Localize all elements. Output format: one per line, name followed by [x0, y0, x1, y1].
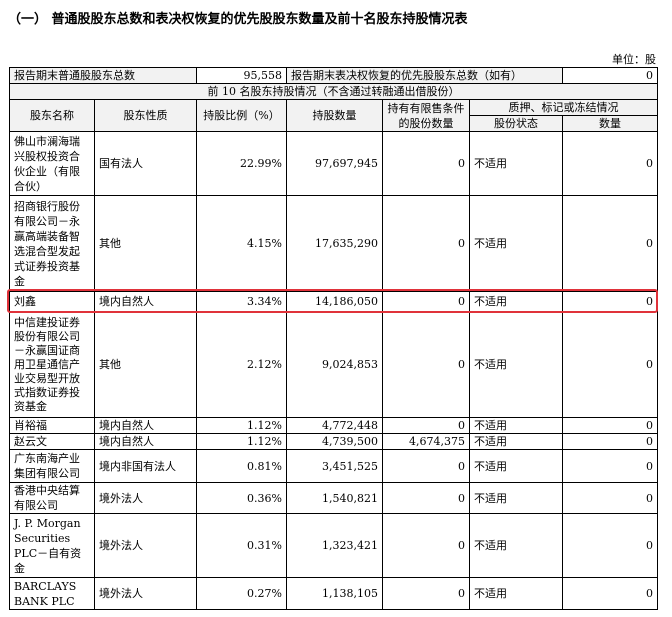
header-ratio: 持股比例（%）	[196, 99, 287, 132]
shareholder-table: 报告期末普通股股东总数 95,558 报告期末表决权恢复的优先股股东总数（如有）…	[9, 67, 658, 610]
cell-qty: 0	[562, 482, 658, 514]
section-title-row: 前 10 名股东持股情况（不含通过转融通出借股份）	[9, 83, 658, 100]
total-common-label: 报告期末普通股股东总数	[9, 67, 197, 84]
cell-ratio: 2.12%	[196, 311, 287, 418]
header-pledge-group: 质押、标记或冻结情况	[469, 99, 658, 116]
cell-ratio: 1.12%	[196, 433, 287, 450]
table-row: 赵云文 境内自然人 1.12% 4,739,500 4,674,375 不适用 …	[9, 433, 658, 450]
cell-status: 不适用	[469, 577, 563, 610]
cell-status: 不适用	[469, 513, 563, 578]
cell-restricted: 0	[382, 131, 470, 196]
cell-restricted: 0	[382, 311, 470, 418]
cell-shares: 4,739,500	[286, 433, 383, 450]
cell-qty: 0	[562, 449, 658, 483]
cell-shares: 9,024,853	[286, 311, 383, 418]
cell-shares: 14,186,050	[286, 291, 383, 312]
cell-nature: 其他	[94, 195, 197, 292]
cell-nature: 境内非国有法人	[94, 449, 197, 483]
header-name: 股东名称	[9, 99, 95, 132]
cell-name: 招商银行股份有限公司－永赢高端装备智选混合型发起式证券投资基金	[9, 195, 95, 292]
cell-nature: 境外法人	[94, 577, 197, 610]
cell-name: BARCLAYS BANK PLC	[9, 577, 95, 610]
cell-qty: 0	[562, 577, 658, 610]
cell-restricted: 0	[382, 195, 470, 292]
cell-restricted: 0	[382, 513, 470, 578]
cell-ratio: 1.12%	[196, 417, 287, 434]
cell-nature: 境外法人	[94, 513, 197, 578]
cell-status: 不适用	[469, 131, 563, 196]
cell-shares: 1,138,105	[286, 577, 383, 610]
cell-nature: 其他	[94, 311, 197, 418]
table-row: 中信建投证券股份有限公司－永赢国证商用卫星通信产业交易型开放式指数证券投资基金 …	[9, 311, 658, 418]
table-row: BARCLAYS BANK PLC 境外法人 0.27% 1,138,105 0…	[9, 577, 658, 610]
cell-ratio: 4.15%	[196, 195, 287, 292]
cell-ratio: 3.34%	[196, 291, 287, 312]
cell-shares: 1,540,821	[286, 482, 383, 514]
cell-qty: 0	[562, 131, 658, 196]
cell-status: 不适用	[469, 482, 563, 514]
cell-status: 不适用	[469, 433, 563, 450]
section-title: 前 10 名股东持股情况（不含通过转融通出借股份）	[9, 83, 658, 100]
header-nature: 股东性质	[94, 99, 197, 132]
cell-shares: 4,772,448	[286, 417, 383, 434]
cell-name: 肖裕福	[9, 417, 95, 434]
total-pref-value: 0	[562, 67, 658, 84]
cell-shares: 3,451,525	[286, 449, 383, 483]
table-row: 肖裕福 境内自然人 1.12% 4,772,448 0 不适用 0	[9, 417, 658, 434]
table-row: 招商银行股份有限公司－永赢高端装备智选混合型发起式证券投资基金 其他 4.15%…	[9, 195, 658, 292]
cell-name: 佛山市澜海瑞兴股权投资合伙企业（有限合伙）	[9, 131, 95, 196]
table-row: 佛山市澜海瑞兴股权投资合伙企业（有限合伙） 国有法人 22.99% 97,697…	[9, 131, 658, 196]
table-row: 香港中央结算有限公司 境外法人 0.36% 1,540,821 0 不适用 0	[9, 482, 658, 514]
cell-nature: 国有法人	[94, 131, 197, 196]
table-row-highlighted: 刘鑫 境内自然人 3.34% 14,186,050 0 不适用 0	[9, 291, 658, 312]
cell-status: 不适用	[469, 417, 563, 434]
cell-nature: 境内自然人	[94, 433, 197, 450]
cell-status: 不适用	[469, 195, 563, 292]
cell-qty: 0	[562, 433, 658, 450]
cell-name: 赵云文	[9, 433, 95, 450]
cell-qty: 0	[562, 291, 658, 312]
cell-name: 刘鑫	[9, 291, 95, 312]
cell-nature: 境外法人	[94, 482, 197, 514]
header-pledge-qty: 数量	[562, 115, 658, 132]
cell-restricted: 0	[382, 482, 470, 514]
cell-qty: 0	[562, 417, 658, 434]
cell-name: J. P. Morgan Securities PLC－自有资金	[9, 513, 95, 578]
header-restricted: 持有有限售条件的股份数量	[382, 99, 470, 132]
cell-shares: 97,697,945	[286, 131, 383, 196]
cell-status: 不适用	[469, 449, 563, 483]
cell-qty: 0	[562, 311, 658, 418]
page-title: （一） 普通股股东总数和表决权恢复的优先股股东数量及前十名股东持股情况表	[8, 12, 468, 27]
total-common-value: 95,558	[196, 67, 287, 84]
cell-restricted: 4,674,375	[382, 433, 470, 450]
cell-ratio: 0.36%	[196, 482, 287, 514]
cell-status: 不适用	[469, 311, 563, 418]
cell-shares: 17,635,290	[286, 195, 383, 292]
header-row: 股东名称 股东性质 持股比例（%） 持股数量 持有有限售条件的股份数量 质押、标…	[9, 99, 658, 132]
cell-restricted: 0	[382, 417, 470, 434]
cell-status: 不适用	[469, 291, 563, 312]
cell-ratio: 22.99%	[196, 131, 287, 196]
cell-qty: 0	[562, 513, 658, 578]
cell-qty: 0	[562, 195, 658, 292]
table-row: 广东南海产业集团有限公司 境内非国有法人 0.81% 3,451,525 0 不…	[9, 449, 658, 483]
header-shares: 持股数量	[286, 99, 383, 132]
cell-restricted: 0	[382, 449, 470, 483]
cell-ratio: 0.81%	[196, 449, 287, 483]
cell-name: 中信建投证券股份有限公司－永赢国证商用卫星通信产业交易型开放式指数证券投资基金	[9, 311, 95, 418]
table-row: J. P. Morgan Securities PLC－自有资金 境外法人 0.…	[9, 513, 658, 578]
summary-row: 报告期末普通股股东总数 95,558 报告期末表决权恢复的优先股股东总数（如有）…	[9, 67, 658, 84]
cell-restricted: 0	[382, 291, 470, 312]
cell-name: 香港中央结算有限公司	[9, 482, 95, 514]
cell-name: 广东南海产业集团有限公司	[9, 449, 95, 483]
cell-shares: 1,323,421	[286, 513, 383, 578]
unit-label: 单位：股	[612, 53, 656, 66]
total-pref-label: 报告期末表决权恢复的优先股股东总数（如有）	[286, 67, 563, 84]
cell-nature: 境内自然人	[94, 291, 197, 312]
header-pledge-status: 股份状态	[469, 115, 563, 132]
cell-restricted: 0	[382, 577, 470, 610]
cell-ratio: 0.31%	[196, 513, 287, 578]
cell-ratio: 0.27%	[196, 577, 287, 610]
cell-nature: 境内自然人	[94, 417, 197, 434]
